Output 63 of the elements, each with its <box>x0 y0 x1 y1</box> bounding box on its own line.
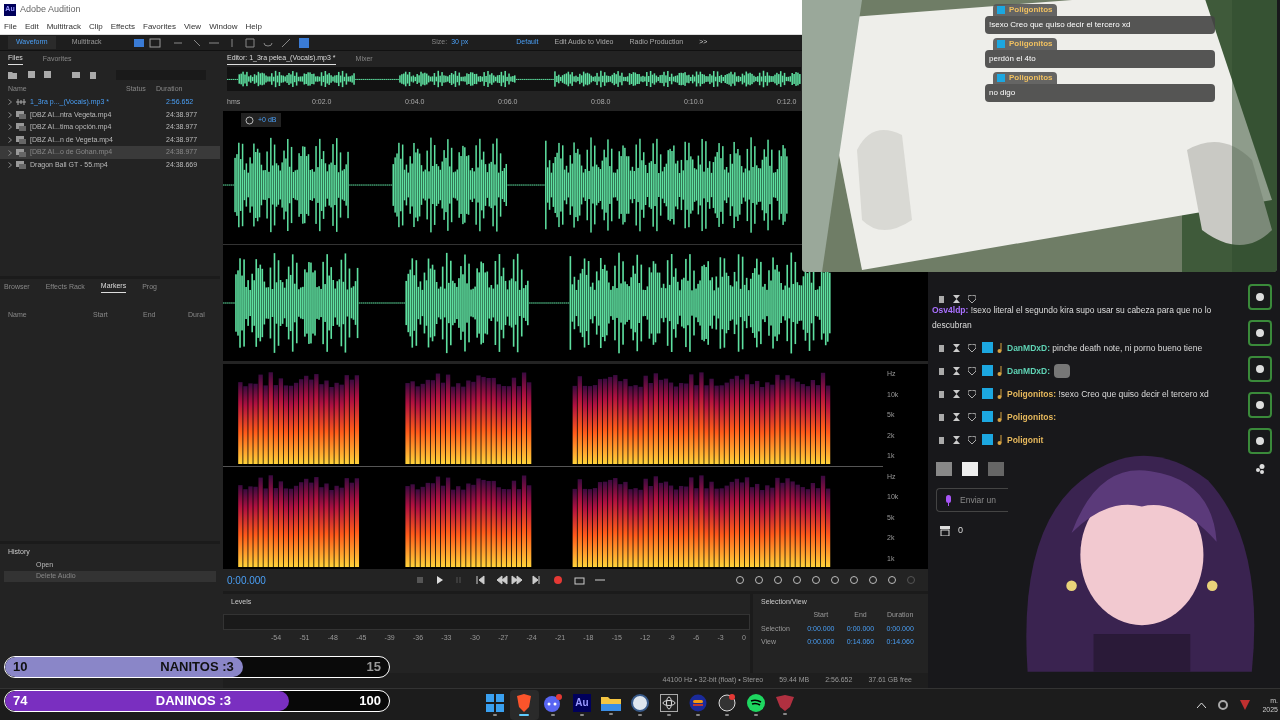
points-count: 0 <box>958 524 963 537</box>
chat-bubble: !sexo Creo que quiso decir el tercero xd <box>985 16 1215 34</box>
atom-icon[interactable] <box>660 693 678 712</box>
menu-item[interactable]: Edit <box>24 20 39 33</box>
game-controller-icon[interactable] <box>543 693 563 712</box>
windows-icon[interactable] <box>486 693 504 712</box>
username[interactable]: Poligonitos: <box>1007 410 1057 425</box>
username[interactable]: Poligonit <box>1007 433 1044 448</box>
trash-icon[interactable] <box>938 344 945 352</box>
hourglass-icon[interactable] <box>953 367 960 375</box>
hourglass-icon[interactable] <box>953 295 960 303</box>
username[interactable]: DanMDxD: <box>1007 364 1050 379</box>
window-title: Adobe Audition <box>20 2 81 16</box>
chat-username-tag: Poligonitos <box>993 38 1057 50</box>
burger-icon[interactable] <box>689 693 707 712</box>
chat-message: Osv4ldp: !sexo literal el segundo kira supo usar su cabeza para que no lo descubran <box>932 304 1213 332</box>
trash-icon[interactable] <box>938 295 945 303</box>
dots-icon[interactable] <box>1255 464 1265 474</box>
obs-icon[interactable] <box>718 693 736 712</box>
microphone-icon <box>945 494 952 506</box>
goal-bar: 10 NANITOS :3 15 <box>4 656 390 678</box>
hourglass-icon[interactable] <box>953 436 960 444</box>
goal-bar: 74 DANINOS :3 100 <box>4 690 390 712</box>
knob-icon[interactable] <box>245 115 254 125</box>
waveform-icon <box>16 99 26 106</box>
mask-icon[interactable] <box>776 694 794 711</box>
transport-controls[interactable] <box>417 575 607 585</box>
chat-username-tag: Poligonitos <box>993 4 1057 16</box>
menu-item[interactable]: Clip <box>88 20 103 33</box>
store-icon[interactable] <box>940 525 950 536</box>
menu-item[interactable]: File <box>4 20 17 33</box>
music-icon[interactable] <box>747 693 765 712</box>
music-note-icon <box>997 412 1003 422</box>
chat-input[interactable]: Enviar un <box>936 488 1008 512</box>
chat-bubble: no digo <box>985 84 1215 102</box>
menu-item[interactable]: Window <box>209 20 238 33</box>
audition-icon[interactable]: Au <box>573 693 591 712</box>
hourglass-icon[interactable] <box>953 413 960 421</box>
trash-icon[interactable] <box>938 390 945 398</box>
current-time: 0:00.000 <box>227 573 267 588</box>
menu-item[interactable]: View <box>183 20 202 33</box>
emote-icon <box>1054 364 1070 378</box>
music-note-icon <box>997 343 1003 353</box>
music-note-icon <box>997 435 1003 445</box>
trash-icon[interactable] <box>938 413 945 421</box>
globe-icon[interactable] <box>631 693 649 712</box>
hourglass-icon[interactable] <box>953 390 960 398</box>
folder-icon[interactable] <box>601 694 621 711</box>
chat-username-tag: Poligonitos <box>993 72 1057 84</box>
chevron-up-icon[interactable] <box>1197 701 1207 708</box>
menu-item[interactable]: Favorites <box>143 20 176 33</box>
music-note-icon <box>997 389 1003 399</box>
trash-icon[interactable] <box>938 436 945 444</box>
lion-shield-icon[interactable] <box>516 693 532 712</box>
trash-icon[interactable] <box>938 367 945 375</box>
menu-item[interactable]: Multitrack <box>46 20 81 33</box>
chat-bubble: perdón el 4to <box>985 50 1215 68</box>
chat-message: DanMDxD: pinche death note, ni porno bueno tiene <box>1007 342 1203 355</box>
chat-message: Poligonitos: !sexo Creo que quiso decir el tercero xd <box>1007 388 1209 401</box>
menu-item[interactable]: Effects <box>110 20 135 33</box>
music-note-icon <box>997 366 1003 376</box>
menu-item[interactable]: Help <box>245 20 263 33</box>
hourglass-icon[interactable] <box>953 344 960 352</box>
